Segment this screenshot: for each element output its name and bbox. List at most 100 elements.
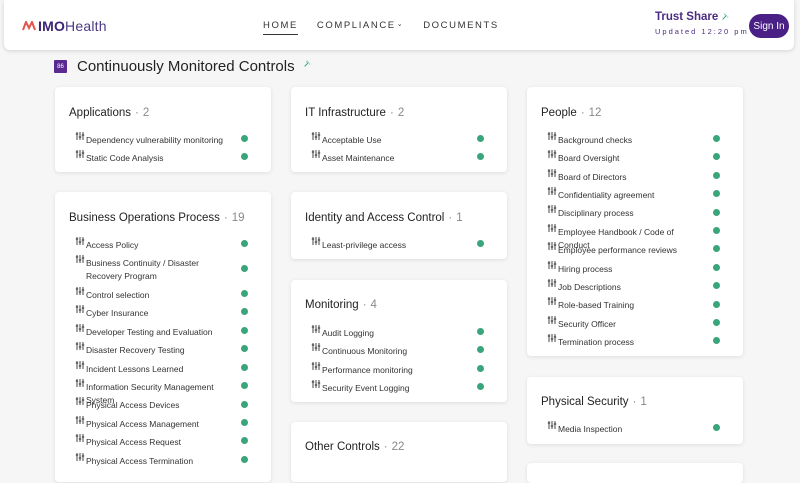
control-item[interactable]: Board Oversight [547, 150, 697, 165]
card-identity-access[interactable]: Identity and Access Control · 1 Least-priv… [291, 192, 507, 259]
nav-home[interactable]: HOME [263, 20, 298, 35]
sliders-icon [75, 304, 85, 314]
nav-documents[interactable]: DOCUMENTS [423, 20, 499, 35]
control-item[interactable]: Job Descriptions [547, 279, 697, 294]
sliders-icon [547, 204, 557, 214]
sliders-icon [311, 149, 321, 159]
status-dot [477, 346, 484, 353]
status-dot [477, 135, 484, 142]
card-title: People · 12 [541, 107, 601, 119]
control-item[interactable]: Cyber Insurance [75, 304, 225, 320]
card-monitoring[interactable]: Monitoring · 4 Audit Logging Continuous Mon… [291, 280, 507, 402]
control-item[interactable]: Business Continuity / Disaster Recovery … [75, 255, 225, 283]
status-dot [477, 240, 484, 247]
status-dot [241, 290, 248, 297]
control-item[interactable]: Disciplinary process [547, 204, 697, 220]
sliders-icon [311, 342, 321, 352]
control-item[interactable]: Media Inspection [547, 420, 697, 436]
company-logo[interactable]: IMOHealth [22, 18, 107, 34]
control-item-label: Role-based Training [558, 300, 635, 310]
control-item[interactable]: Dependency vulnerability monitoring [75, 131, 225, 147]
status-dot [477, 365, 484, 372]
control-item[interactable]: Continuous Monitoring [311, 342, 461, 358]
sliders-icon [75, 452, 85, 462]
card-count: 12 [588, 107, 602, 119]
control-item-label: Incident Lessons Learned [86, 364, 184, 374]
control-item-label: Asset Maintenance [322, 153, 395, 163]
sliders-icon [75, 236, 85, 246]
top-header: IMOHealth HOME COMPLIANCE⌄ DOCUMENTS Tru… [4, 0, 794, 50]
card-other-controls[interactable]: Other Controls · 22 [291, 422, 507, 482]
chevron-down-icon: ⌄ [396, 21, 405, 28]
sliders-icon [75, 131, 85, 141]
control-item-label: Access Policy [86, 240, 139, 250]
status-dot [241, 364, 248, 371]
control-item-label: Background checks [558, 135, 633, 145]
page-title: Continuously Monitored Controls [77, 58, 295, 75]
control-item[interactable]: Role-based Training [547, 297, 697, 312]
control-item-label: Continuous Monitoring [322, 346, 408, 356]
card-title-label: People [541, 107, 577, 119]
control-item[interactable]: Background checks [547, 132, 697, 147]
sliders-icon [75, 433, 85, 443]
control-item-label: Physical Access Devices [86, 400, 180, 410]
card-physical-security[interactable]: Physical Security · 1 Media Inspection [527, 377, 743, 444]
card-title-label: Applications [69, 107, 132, 119]
nav-compliance[interactable]: COMPLIANCE⌄ [317, 20, 404, 35]
card-title: Applications · 2 [69, 107, 149, 119]
control-item[interactable]: Incident Lessons Learned [75, 361, 225, 376]
control-item[interactable]: Asset Maintenance [311, 149, 461, 165]
control-item[interactable]: Access Policy [75, 236, 225, 252]
control-item[interactable]: Control selection [75, 287, 225, 302]
control-item[interactable]: Acceptable Use [311, 131, 461, 147]
control-item[interactable]: Confidentiality agreement [547, 187, 697, 202]
control-item-label: Physical Access Management [86, 419, 199, 429]
control-item[interactable]: Static Code Analysis [75, 150, 225, 165]
control-item[interactable]: Developer Testing and Evaluation [75, 324, 225, 339]
control-item-label: Audit Logging [322, 328, 374, 338]
card-business-operations[interactable]: Business Operations Process · 19 Access Po… [55, 192, 271, 482]
sliders-icon [547, 241, 557, 251]
control-item[interactable]: Board of Directors [547, 169, 697, 184]
card-more[interactable] [527, 463, 743, 483]
card-people[interactable]: People · 12 Background checks Board Oversig… [527, 87, 743, 356]
card-title-label: Other Controls [305, 441, 380, 453]
control-item-label: Job Descriptions [558, 282, 621, 292]
control-item[interactable]: Disaster Recovery Testing [75, 342, 225, 357]
sliders-icon [311, 379, 321, 389]
separator: · [632, 396, 637, 408]
control-item[interactable]: Employee performance reviews [547, 241, 697, 257]
status-dot [713, 282, 720, 289]
control-item-label: Security Event Logging [322, 383, 410, 393]
control-item[interactable]: Performance monitoring [311, 362, 461, 377]
control-item[interactable]: Termination process [547, 334, 697, 349]
sign-in-button[interactable]: Sign In [749, 14, 789, 38]
control-item[interactable]: Hiring process [547, 261, 697, 276]
card-applications[interactable]: Applications · 2 Dependency vulnerability … [55, 87, 271, 172]
status-dot [713, 135, 720, 142]
control-item-label: Disciplinary process [558, 208, 634, 218]
sliders-icon [311, 131, 321, 141]
control-item-label: Board of Directors [558, 172, 627, 182]
control-item[interactable]: Audit Logging [311, 325, 461, 340]
sliders-icon [547, 420, 557, 430]
control-item-label: Control selection [86, 290, 150, 300]
control-item[interactable]: Physical Access Management [75, 416, 225, 431]
control-item[interactable]: Least-privilege access [311, 237, 461, 252]
status-dot [713, 319, 720, 326]
control-item[interactable]: Security Event Logging [311, 379, 461, 395]
status-dot [713, 209, 720, 216]
sparkle-icon [303, 60, 310, 67]
card-count: 1 [640, 396, 647, 408]
control-item[interactable]: Physical Access Devices [75, 397, 225, 412]
control-item-label: Termination process [558, 337, 635, 347]
card-title: Business Operations Process · 19 [69, 212, 245, 224]
control-item[interactable]: Security Officer [547, 316, 697, 331]
control-item[interactable]: Physical Access Termination [75, 452, 225, 468]
card-count: 2 [397, 107, 405, 119]
control-item[interactable]: Physical Access Request [75, 433, 225, 449]
status-dot [241, 327, 248, 334]
section-badge: 86 [54, 60, 67, 73]
card-it-infrastructure[interactable]: IT Infrastructure · 2 Acceptable Use Asset … [291, 87, 507, 172]
control-item-label: Least-privilege access [322, 240, 407, 250]
